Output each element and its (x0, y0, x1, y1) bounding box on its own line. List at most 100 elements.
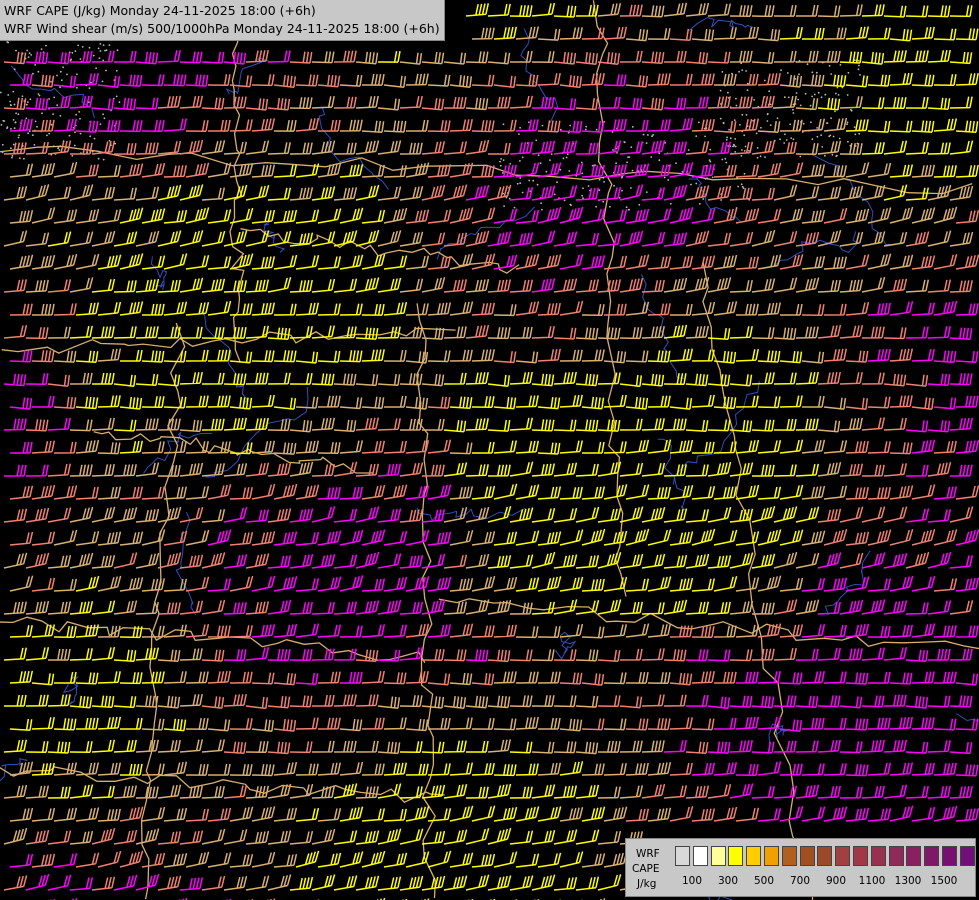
wind-barb (207, 74, 231, 87)
terrain-dot (850, 109, 853, 112)
wind-barb (443, 554, 468, 569)
legend-swatch (781, 846, 797, 866)
wind-barb (669, 397, 693, 410)
terrain-dot (17, 113, 20, 116)
wind-barb (383, 672, 407, 685)
wind-barb (933, 578, 958, 592)
wind-barb (911, 575, 936, 592)
wind-barb (839, 599, 864, 615)
wind-barb (339, 625, 363, 638)
wind-barb (185, 576, 210, 592)
terrain-dot (792, 112, 795, 114)
wind-barb (201, 828, 226, 845)
wind-barb (179, 877, 204, 891)
wind-barb (208, 763, 231, 776)
wind-barb (91, 506, 116, 523)
wind-barb (575, 232, 600, 247)
wind-barb (603, 484, 628, 500)
wind-barb (289, 419, 313, 433)
wind-barb (141, 529, 166, 546)
wind-barb (53, 529, 78, 546)
wind-barb (911, 302, 936, 316)
terrain-dot (52, 113, 54, 115)
wind-barb (911, 671, 935, 684)
terrain-dot (858, 64, 860, 67)
wind-barb (757, 575, 782, 592)
wind-barb (685, 694, 709, 707)
wind-barb (163, 74, 187, 87)
river-line (436, 206, 535, 260)
wind-barb (141, 74, 165, 87)
wind-barb (641, 187, 666, 201)
wind-barb (713, 301, 738, 316)
wind-barb (619, 327, 643, 340)
wind-barb (510, 326, 533, 339)
terrain-dot (519, 126, 521, 129)
wind-barb (795, 695, 819, 709)
wind-barb (713, 529, 738, 546)
wind-barb (619, 785, 644, 799)
wind-barb (163, 118, 188, 132)
wind-barb (471, 120, 495, 133)
wind-barb (399, 509, 424, 523)
wind-barb (472, 441, 495, 454)
wind-barb (861, 51, 885, 65)
wind-barb (729, 50, 753, 63)
legend-swatch (959, 846, 975, 866)
wind-barb (135, 462, 160, 477)
wind-barb (796, 4, 819, 17)
terrain-dot (857, 68, 860, 71)
wind-barb (339, 350, 363, 363)
wind-barb (889, 762, 914, 776)
wind-barb (75, 486, 99, 500)
wind-barb (185, 162, 210, 178)
wind-barb (53, 209, 78, 224)
wind-barb (289, 876, 314, 891)
terrain-dot (756, 147, 759, 149)
wind-barb (97, 395, 121, 408)
wind-barb (691, 441, 715, 454)
wind-barb (597, 786, 621, 799)
wind-barb (801, 164, 826, 178)
wind-barb (31, 254, 56, 270)
wind-barb (471, 27, 495, 40)
terrain-dot (59, 114, 62, 117)
wind-barb (53, 807, 78, 822)
wind-barb (867, 717, 891, 730)
wind-barb (135, 695, 159, 708)
wind-barb (691, 349, 715, 362)
wind-barb (575, 506, 600, 523)
wind-barb (955, 625, 979, 638)
wind-barb (949, 741, 973, 755)
wind-barb (273, 254, 298, 270)
wind-barb (251, 164, 276, 178)
wind-barb (311, 506, 336, 523)
wind-barb (361, 578, 386, 592)
wind-barb (867, 120, 891, 133)
wind-barb (471, 165, 495, 178)
wind-barb (559, 120, 583, 133)
wind-barb (949, 327, 973, 340)
legend-swatch (728, 846, 744, 866)
wind-barb (339, 529, 364, 546)
terrain-dot (743, 172, 746, 175)
wind-barb (465, 51, 489, 64)
wind-barb (229, 671, 253, 684)
wind-barb (361, 808, 386, 822)
wind-barb (311, 648, 335, 661)
terrain-dot (0, 91, 2, 94)
wind-barb (25, 464, 49, 477)
wind-barb (487, 419, 511, 432)
wind-barb (597, 140, 622, 155)
terrain-dot (581, 194, 583, 197)
wind-barb (355, 551, 380, 569)
wind-barb (75, 253, 100, 270)
wind-barb (670, 303, 693, 316)
wind-barb (361, 717, 385, 730)
wind-barb (641, 507, 666, 523)
terrain-dot (602, 200, 605, 203)
wind-barb (449, 852, 474, 868)
wind-barb (757, 254, 782, 270)
wind-barb (823, 303, 847, 316)
wind-barb (493, 440, 518, 454)
